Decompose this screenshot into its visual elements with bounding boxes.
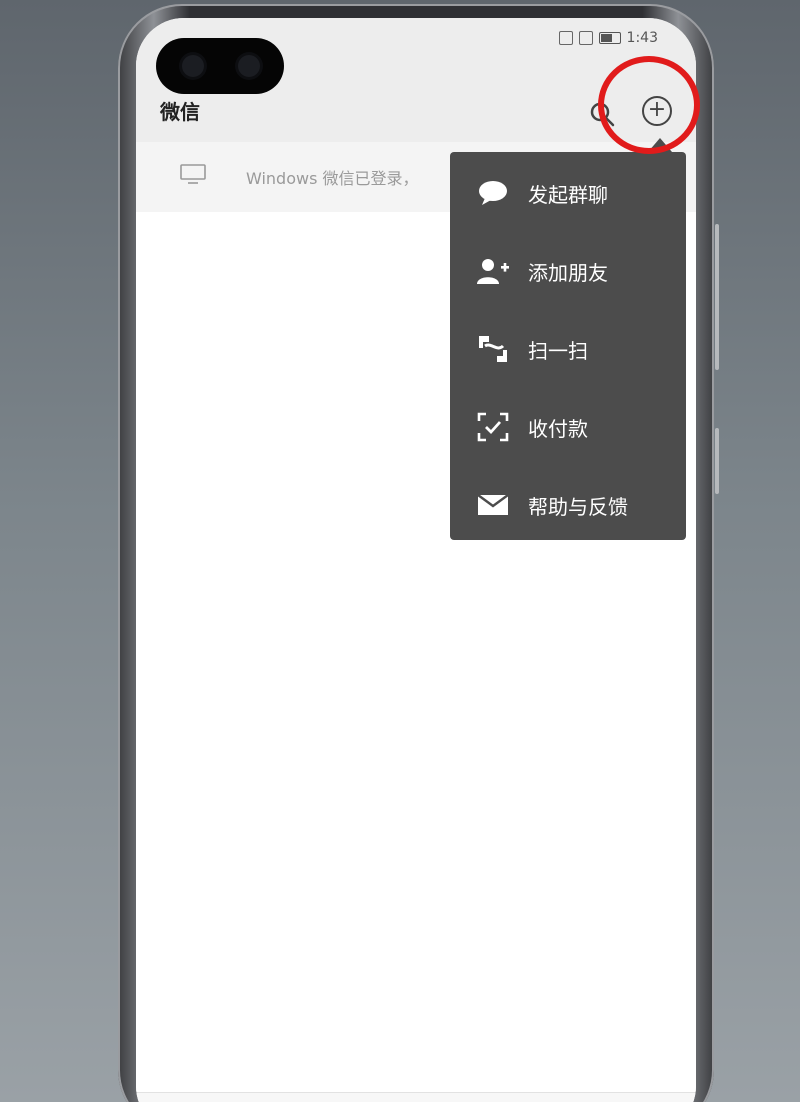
envelope-icon (474, 489, 512, 521)
menu-item-add-friend[interactable]: 添加朋友 (450, 232, 686, 310)
camera-lens (238, 55, 260, 77)
menu-item-label: 发起群聊 (528, 182, 608, 207)
menu-item-label: 帮助与反馈 (528, 494, 628, 519)
front-camera (156, 38, 284, 94)
status-icons: 1:43 (558, 30, 658, 46)
scan-icon (474, 333, 512, 365)
highlight-circle (598, 56, 700, 154)
add-popup-menu: 发起群聊 添加朋友 扫一扫 收付款 帮助与反馈 (450, 152, 686, 540)
battery-icon (598, 32, 621, 44)
menu-item-label: 扫一扫 (528, 338, 588, 363)
menu-item-scan[interactable]: 扫一扫 (450, 310, 686, 388)
phone-screen: 1:43 微信 + Windows 微信已登录， 发起群聊 添加朋友 扫一扫 收… (136, 18, 696, 1102)
page-title: 微信 (160, 100, 200, 124)
notification-icon (558, 31, 573, 45)
status-time: 1:43 (626, 30, 658, 46)
menu-item-group-chat[interactable]: 发起群聊 (450, 154, 686, 232)
power-button (715, 428, 719, 494)
chat-bubble-icon (474, 177, 512, 209)
add-person-icon (474, 255, 512, 287)
menu-item-label: 收付款 (528, 416, 588, 441)
camera-lens (182, 55, 204, 77)
vibrate-icon (578, 31, 593, 45)
bottom-tab-bar (136, 1092, 696, 1102)
volume-button (715, 224, 719, 370)
notice-text: Windows 微信已登录， (246, 169, 419, 188)
monitor-icon (180, 164, 206, 184)
menu-item-payment[interactable]: 收付款 (450, 388, 686, 466)
phone-frame: 1:43 微信 + Windows 微信已登录， 发起群聊 添加朋友 扫一扫 收… (118, 4, 719, 1102)
payment-scan-icon (474, 411, 512, 443)
menu-item-help-feedback[interactable]: 帮助与反馈 (450, 466, 686, 544)
menu-item-label: 添加朋友 (528, 260, 608, 285)
